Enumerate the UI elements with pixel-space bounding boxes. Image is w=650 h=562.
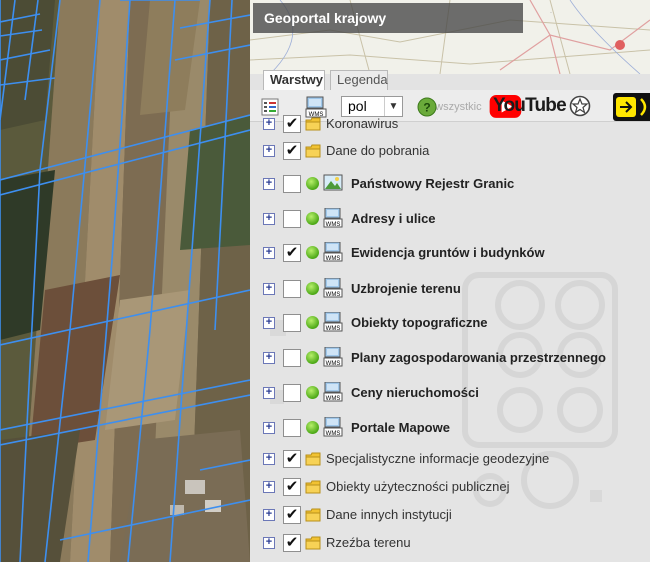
status-dot-icon — [306, 351, 319, 364]
folder-icon — [305, 452, 321, 466]
layer-label[interactable]: Państwowy Rejestr Granic — [351, 176, 514, 191]
layer-label[interactable]: Dane innych instytucji — [326, 507, 452, 522]
svg-text:WMS: WMS — [326, 326, 341, 332]
status-dot-icon — [306, 212, 319, 225]
layer-label[interactable]: Dane do pobrania — [326, 143, 429, 158]
layer-checkbox[interactable]: ✔ — [283, 534, 301, 552]
layer-label[interactable]: Rzeźba terenu — [326, 535, 411, 550]
svg-text:WMS: WMS — [326, 431, 341, 437]
layer-checkbox[interactable]: ✔ — [283, 142, 301, 160]
layer-row[interactable]: + ✔ Obiekty użyteczności publicznej — [250, 473, 650, 501]
layer-checkbox[interactable]: ✔ — [283, 450, 301, 468]
layer-row[interactable]: + ✔ Rzeźba terenu — [250, 529, 650, 557]
expand-icon[interactable]: + — [263, 247, 275, 259]
map-view[interactable] — [0, 0, 250, 562]
status-dot-icon — [306, 282, 319, 295]
wms-icon: WMS — [323, 346, 343, 367]
svg-text:·: · — [550, 10, 552, 16]
layer-checkbox[interactable] — [283, 419, 301, 437]
header-map[interactable]: · Geoportal krajowy — [250, 0, 650, 74]
status-dot-icon — [306, 421, 319, 434]
wms-icon: WMS — [323, 241, 343, 262]
expand-icon[interactable]: + — [263, 213, 275, 225]
layer-label[interactable]: Obiekty topograficzne — [351, 315, 488, 330]
folder-icon — [305, 536, 321, 550]
status-dot-icon — [306, 177, 319, 190]
expand-icon[interactable]: + — [263, 283, 275, 295]
layer-row[interactable]: + WMS Uzbrojenie terenu — [250, 275, 650, 303]
layer-label[interactable]: Koronawirus — [326, 116, 398, 131]
expand-icon[interactable]: + — [263, 537, 275, 549]
tab-legend[interactable]: Legenda — [330, 70, 388, 90]
svg-text:WMS: WMS — [326, 222, 341, 228]
layer-checkbox[interactable]: ✔ — [283, 506, 301, 524]
layer-label[interactable]: Specjalistyczne informacje geodezyjne — [326, 451, 549, 466]
app-title: Geoportal krajowy — [253, 3, 523, 33]
expand-icon[interactable]: + — [263, 145, 275, 157]
layer-checkbox[interactable] — [283, 314, 301, 332]
folder-icon — [305, 508, 321, 522]
folder-icon — [305, 144, 321, 158]
layer-label[interactable]: Plany zagospodarowania przestrzennego — [351, 350, 606, 365]
folder-icon — [305, 480, 321, 494]
folder-icon — [305, 117, 321, 131]
layer-checkbox[interactable] — [283, 175, 301, 193]
layer-checkbox[interactable]: ✔ — [283, 478, 301, 496]
expand-icon[interactable]: + — [263, 317, 275, 329]
status-dot-icon — [306, 246, 319, 259]
wms-icon: WMS — [323, 277, 343, 298]
image-layer-icon — [323, 173, 343, 193]
layer-row[interactable]: + WMS Adresy i ulice — [250, 205, 650, 233]
layer-row[interactable]: + WMS Obiekty topograficzne — [250, 309, 650, 337]
expand-icon[interactable]: + — [263, 453, 275, 465]
layer-checkbox[interactable]: ✔ — [283, 115, 301, 133]
wms-icon: WMS — [323, 381, 343, 402]
wms-icon: WMS — [323, 416, 343, 437]
layer-row[interactable]: + WMS Ceny nieruchomości — [250, 379, 650, 407]
layer-checkbox[interactable] — [283, 210, 301, 228]
layer-label[interactable]: Ceny nieruchomości — [351, 385, 479, 400]
status-dot-icon — [306, 316, 319, 329]
wms-icon: WMS — [323, 207, 343, 228]
layer-row[interactable]: + WMS Portale Mapowe — [250, 414, 650, 442]
layer-checkbox[interactable]: ✔ — [283, 244, 301, 262]
layer-checkbox[interactable] — [283, 384, 301, 402]
expand-icon[interactable]: + — [263, 118, 275, 130]
tab-layers[interactable]: Warstwy — [263, 70, 325, 90]
layer-label[interactable]: Portale Mapowe — [351, 420, 450, 435]
status-dot-icon — [306, 386, 319, 399]
layer-row[interactable]: + ✔ WMS Ewidencja gruntów i budynków — [250, 239, 650, 267]
svg-text:WMS: WMS — [326, 292, 341, 298]
expand-icon[interactable]: + — [263, 422, 275, 434]
layer-row[interactable]: + ✔ Specjalistyczne informacje geodezyjne — [250, 445, 650, 473]
svg-text:WMS: WMS — [326, 256, 341, 262]
layer-checkbox[interactable] — [283, 349, 301, 367]
layer-row[interactable]: + ✔ Dane innych instytucji — [250, 501, 650, 529]
expand-icon[interactable]: + — [263, 509, 275, 521]
layer-checkbox[interactable] — [283, 280, 301, 298]
expand-icon[interactable]: + — [263, 481, 275, 493]
layer-label[interactable]: Uzbrojenie terenu — [351, 281, 461, 296]
layer-row[interactable]: + ✔ Koronawirus — [250, 110, 650, 138]
layer-row[interactable]: + Państwowy Rejestr Granic — [250, 170, 650, 198]
layer-label[interactable]: Obiekty użyteczności publicznej — [326, 479, 510, 494]
wms-icon: WMS — [323, 311, 343, 332]
expand-icon[interactable]: + — [263, 387, 275, 399]
layer-label[interactable]: Adresy i ulice — [351, 211, 436, 226]
layer-label[interactable]: Ewidencja gruntów i budynków — [351, 245, 545, 260]
expand-icon[interactable]: + — [263, 352, 275, 364]
layer-row[interactable]: + WMS Plany zagospodarowania przestrzenneg… — [250, 344, 650, 372]
layer-row[interactable]: + ✔ Dane do pobrania — [250, 137, 650, 165]
layers-panel: · Geoportal krajowy Warstwy Legenda WMS … — [250, 0, 650, 562]
expand-icon[interactable]: + — [263, 178, 275, 190]
svg-text:WMS: WMS — [326, 396, 341, 402]
svg-text:WMS: WMS — [326, 361, 341, 367]
